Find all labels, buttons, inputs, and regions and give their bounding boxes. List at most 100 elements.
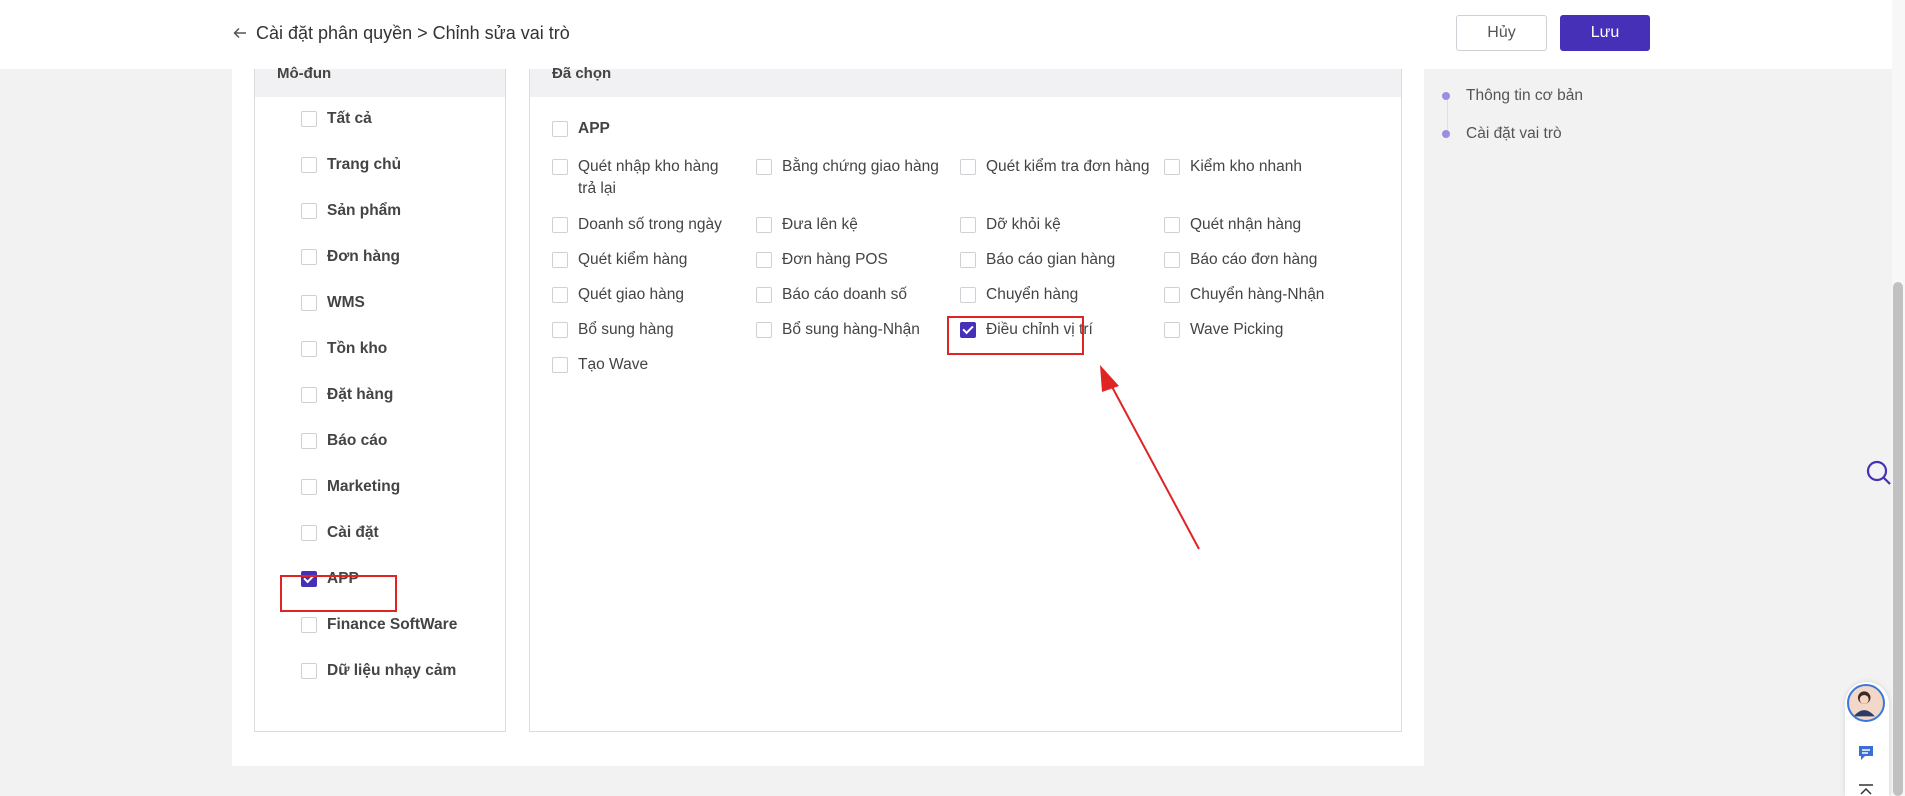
back-breadcrumb[interactable]: Cài đặt phân quyền > Chỉnh sửa vai trò [232,20,570,46]
save-button[interactable]: Lưu [1560,15,1650,51]
checkbox[interactable] [301,571,317,587]
permission-item[interactable]: Đơn hàng POS [756,249,956,271]
permission-item[interactable]: Kiểm kho nhanh [1164,156,1364,178]
permission-label: Đưa lên kệ [782,216,858,233]
permission-item[interactable]: Quét giao hàng [552,284,732,306]
module-item[interactable]: Tất cả [301,108,372,130]
permission-item[interactable]: Báo cáo doanh số [756,284,956,306]
checkbox[interactable] [1164,322,1180,338]
checkbox[interactable] [552,357,568,373]
checkbox[interactable] [756,217,772,233]
checkbox[interactable] [301,387,317,403]
permission-label: Kiểm kho nhanh [1190,158,1303,175]
permission-label: Chuyển hàng [986,286,1079,303]
checkbox[interactable] [960,217,976,233]
permission-item[interactable]: Điều chỉnh vị trí [960,319,1160,341]
perm-group-label: APP [578,120,610,137]
module-item[interactable]: Tồn kho [301,338,387,360]
permission-item[interactable]: Quét kiểm tra đơn hàng [960,156,1160,178]
support-avatar[interactable] [1847,684,1885,722]
module-item[interactable]: Sản phẩm [301,200,401,222]
side-nav-label: Thông tin cơ bản [1466,87,1584,104]
arrow-left-icon [233,27,246,39]
permission-item[interactable]: Bằng chứng giao hàng [756,156,956,178]
chat-icon[interactable] [1856,743,1876,763]
checkbox[interactable] [552,322,568,338]
checkbox[interactable] [301,617,317,633]
checkbox[interactable] [552,121,568,137]
permission-label: Quét giao hàng [578,286,685,303]
checkbox[interactable] [1164,252,1180,268]
module-item[interactable]: Trang chủ [301,154,401,176]
module-label: Đặt hàng [327,386,394,403]
permission-label: Bổ sung hàng-Nhận [782,321,920,338]
checkbox[interactable] [552,159,568,175]
checkbox[interactable] [301,341,317,357]
top-header: Cài đặt phân quyền > Chỉnh sửa vai trò H… [0,0,1892,69]
module-item[interactable]: Marketing [301,476,400,498]
permission-item[interactable]: Đưa lên kệ [756,214,956,236]
permission-label: Chuyển hàng-Nhận [1190,286,1325,303]
checkbox[interactable] [1164,159,1180,175]
checkbox[interactable] [301,433,317,449]
checkbox[interactable] [960,159,976,175]
back-to-top-icon[interactable] [1857,784,1875,796]
permission-item[interactable]: Chuyển hàng-Nhận [1164,284,1364,306]
module-label: Báo cáo [327,432,388,449]
permission-item[interactable]: Wave Picking [1164,319,1364,341]
permission-label: Bằng chứng giao hàng [782,158,939,175]
checkbox[interactable] [301,249,317,265]
perm-group-app[interactable]: APP [552,118,752,140]
module-item[interactable]: WMS [301,292,365,314]
module-label: WMS [327,294,365,311]
checkbox[interactable] [960,252,976,268]
permission-label: Quét nhận hàng [1190,216,1302,233]
permission-item[interactable]: Dỡ khỏi kệ [960,214,1160,236]
checkbox[interactable] [301,111,317,127]
checkbox[interactable] [960,287,976,303]
permission-label: Báo cáo doanh số [782,286,907,303]
module-label: Đơn hàng [327,248,401,265]
permission-item[interactable]: Doanh số trong ngày [552,214,732,236]
module-item[interactable]: APP [301,568,359,590]
checkbox[interactable] [552,217,568,233]
module-item[interactable]: Báo cáo [301,430,387,452]
side-nav-item[interactable]: Cài đặt vai trò [1442,125,1562,143]
permission-item[interactable]: Quét nhận hàng [1164,214,1364,236]
permission-item[interactable]: Chuyển hàng [960,284,1160,306]
permission-item[interactable]: Báo cáo đơn hàng [1164,249,1364,271]
checkbox[interactable] [756,252,772,268]
checkbox[interactable] [1164,217,1180,233]
module-item[interactable]: Đơn hàng [301,246,400,268]
module-label: Tất cả [327,110,372,127]
cancel-button[interactable]: Hủy [1456,15,1547,51]
permission-item[interactable]: Quét nhập kho hàng trả lại [552,156,732,200]
permission-label: Điều chỉnh vị trí [986,321,1093,338]
checkbox[interactable] [756,159,772,175]
checkbox[interactable] [552,252,568,268]
permission-item[interactable]: Quét kiểm hàng [552,249,732,271]
checkbox[interactable] [1164,287,1180,303]
checkbox[interactable] [552,287,568,303]
checkbox[interactable] [756,287,772,303]
checkbox[interactable] [301,663,317,679]
permission-item[interactable]: Bổ sung hàng-Nhận [756,319,956,341]
scrollbar-thumb[interactable] [1893,282,1903,796]
permission-item[interactable]: Báo cáo gian hàng [960,249,1160,271]
checkbox[interactable] [756,322,772,338]
checkbox[interactable] [301,157,317,173]
module-item[interactable]: Cài đặt [301,522,379,544]
checkbox[interactable] [301,479,317,495]
module-label: APP [327,570,359,587]
permission-item[interactable]: Tạo Wave [552,354,732,376]
checkbox[interactable] [301,525,317,541]
checkbox[interactable] [301,203,317,219]
module-item[interactable]: Đặt hàng [301,384,393,406]
module-item[interactable]: Dữ liệu nhạy cảm [301,660,456,682]
side-nav-item[interactable]: Thông tin cơ bản [1442,87,1583,105]
checkbox[interactable] [301,295,317,311]
permission-item[interactable]: Bổ sung hàng [552,319,732,341]
checkbox[interactable] [960,322,976,338]
module-item[interactable]: Finance SoftWare [301,614,457,636]
search-icon[interactable] [1864,458,1892,486]
